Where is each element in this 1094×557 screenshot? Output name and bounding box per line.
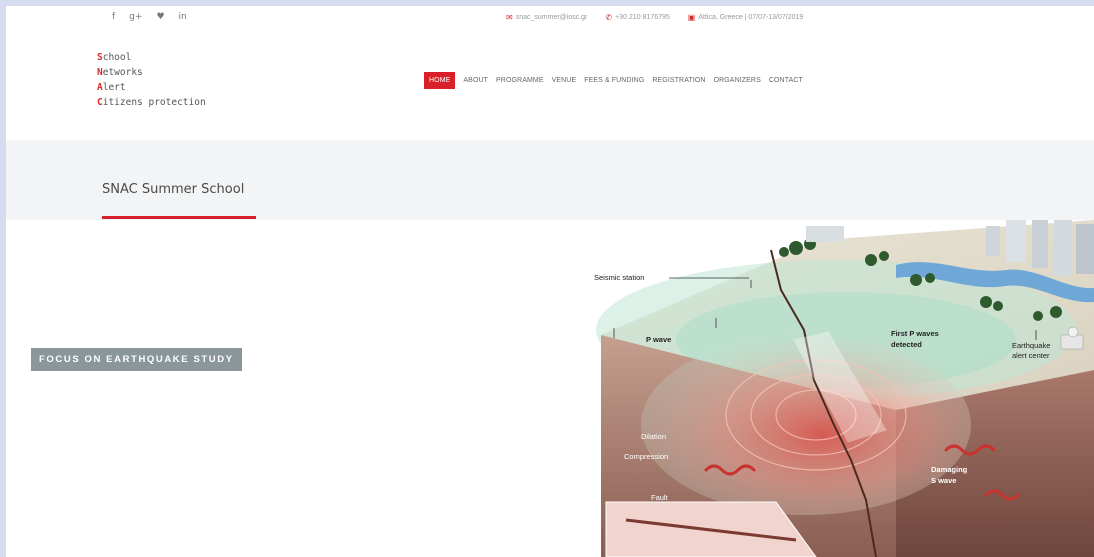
event-info: ▣ Attica, Greece | 07/07-13/07/2019	[688, 13, 804, 22]
logo-line: School	[97, 52, 132, 63]
contact-info: ✉ snac_summer@iosc.gr ✆ +30 210 8176795 …	[506, 13, 803, 22]
event-text: Attica, Greece | 07/07-13/07/2019	[698, 14, 804, 21]
calendar-icon: ▣	[687, 13, 696, 22]
label-damaging: Damaging	[931, 465, 968, 474]
main-nav: HOME ABOUT PROGRAMME VENUE FEES & FUNDIN…	[424, 72, 803, 89]
label-compression: Compression	[624, 452, 668, 461]
phone-contact[interactable]: ✆ +30 210 8176795	[605, 13, 669, 22]
nav-registration[interactable]: REGISTRATION	[652, 77, 705, 84]
facebook-icon[interactable]: f	[112, 12, 115, 22]
logo-line: Alert	[97, 82, 126, 93]
hero-tagline: FOCUS ON EARTHQUAKE STUDY	[31, 348, 242, 371]
nav-about[interactable]: ABOUT	[463, 77, 488, 84]
label-fault: Fault	[651, 493, 669, 502]
nav-venue[interactable]: VENUE	[552, 77, 577, 84]
nav-home[interactable]: HOME	[424, 72, 456, 89]
nav-fees-funding[interactable]: FEES & FUNDING	[584, 77, 644, 84]
nav-contact[interactable]: CONTACT	[769, 77, 803, 84]
logo-line: Networks	[97, 67, 143, 78]
phone-icon: ✆	[605, 13, 613, 22]
page-title-bar: SNAC Summer School	[6, 140, 1094, 220]
envelope-icon: ✉	[506, 13, 513, 22]
site-logo[interactable]: School Networks Alert Citizens protectio…	[97, 50, 206, 110]
twitter-icon[interactable]: ♥	[156, 12, 164, 22]
linkedin-icon[interactable]: in	[179, 12, 187, 22]
email-contact[interactable]: ✉ snac_summer@iosc.gr	[506, 13, 587, 22]
hero-section: FOCUS ON EARTHQUAKE STUDY Seismic statio…	[6, 220, 1094, 557]
googleplus-icon[interactable]: g+	[129, 12, 142, 22]
title-underline	[102, 216, 256, 219]
email-text: snac_summer@iosc.gr	[515, 14, 588, 21]
label-s-wave: S wave	[931, 476, 956, 485]
label-detected: detected	[891, 340, 922, 349]
earthquake-illustration: Seismic station P wave First P waves det…	[594, 220, 1094, 557]
label-alert-1: Earthquake	[1012, 341, 1050, 350]
label-seismic-station: Seismic station	[594, 273, 644, 282]
label-alert-2: alert center	[1012, 351, 1050, 360]
nav-organizers[interactable]: ORGANIZERS	[714, 77, 761, 84]
page: f g+ ♥ in ✉ snac_summer@iosc.gr ✆ +30 21…	[6, 6, 1094, 557]
phone-text: +30 210 8176795	[615, 14, 670, 21]
label-dilation: Dilation	[641, 432, 666, 441]
label-p-wave: P wave	[646, 335, 671, 344]
label-first-p: First P waves	[891, 329, 939, 338]
page-title: SNAC Summer School	[102, 182, 245, 197]
top-bar: f g+ ♥ in ✉ snac_summer@iosc.gr ✆ +30 21…	[6, 6, 1094, 32]
nav-programme[interactable]: PROGRAMME	[496, 77, 544, 84]
logo-line: Citizens protection	[97, 97, 206, 108]
social-links: f g+ ♥ in	[112, 12, 187, 22]
